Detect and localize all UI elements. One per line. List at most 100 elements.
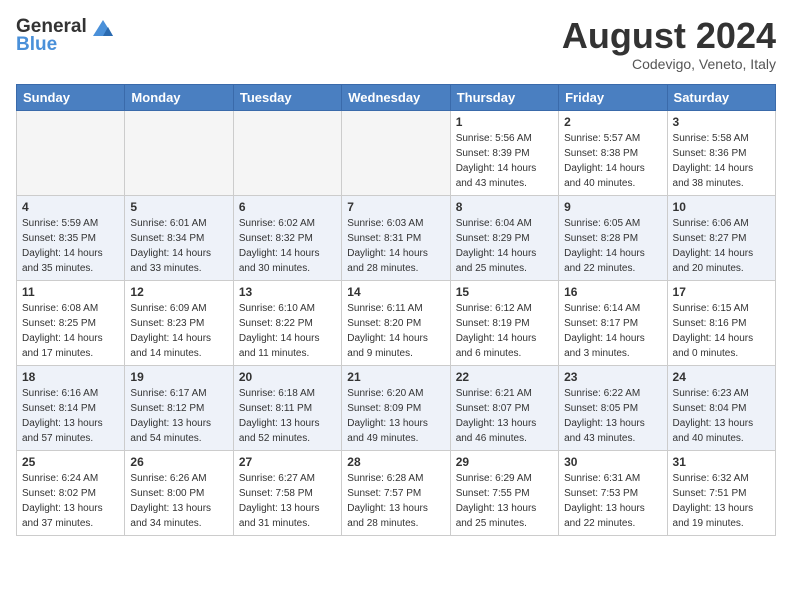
day-info: Sunrise: 6:02 AMSunset: 8:32 PMDaylight:… [239, 218, 320, 274]
calendar-week-row: 4 Sunrise: 5:59 AMSunset: 8:35 PMDayligh… [17, 195, 776, 280]
day-number: 28 [347, 455, 444, 469]
day-number: 2 [564, 115, 661, 129]
title-area: August 2024 Codevigo, Veneto, Italy [562, 16, 776, 72]
calendar-day-cell: 15 Sunrise: 6:12 AMSunset: 8:19 PMDaylig… [450, 280, 558, 365]
day-info: Sunrise: 6:23 AMSunset: 8:04 PMDaylight:… [673, 388, 754, 444]
day-number: 10 [673, 200, 770, 214]
col-thursday: Thursday [450, 84, 558, 110]
calendar-day-cell: 2 Sunrise: 5:57 AMSunset: 8:38 PMDayligh… [559, 110, 667, 195]
location-text: Codevigo, Veneto, Italy [562, 56, 776, 72]
day-info: Sunrise: 6:10 AMSunset: 8:22 PMDaylight:… [239, 303, 320, 359]
calendar-day-cell: 12 Sunrise: 6:09 AMSunset: 8:23 PMDaylig… [125, 280, 233, 365]
day-info: Sunrise: 6:03 AMSunset: 8:31 PMDaylight:… [347, 218, 428, 274]
day-number: 4 [22, 200, 119, 214]
day-info: Sunrise: 5:59 AMSunset: 8:35 PMDaylight:… [22, 218, 103, 274]
day-info: Sunrise: 6:26 AMSunset: 8:00 PMDaylight:… [130, 473, 211, 529]
day-info: Sunrise: 6:01 AMSunset: 8:34 PMDaylight:… [130, 218, 211, 274]
day-number: 31 [673, 455, 770, 469]
day-number: 21 [347, 370, 444, 384]
day-info: Sunrise: 6:20 AMSunset: 8:09 PMDaylight:… [347, 388, 428, 444]
day-number: 20 [239, 370, 336, 384]
calendar-day-cell: 3 Sunrise: 5:58 AMSunset: 8:36 PMDayligh… [667, 110, 775, 195]
calendar-day-cell: 31 Sunrise: 6:32 AMSunset: 7:51 PMDaylig… [667, 450, 775, 535]
day-number: 8 [456, 200, 553, 214]
day-number: 15 [456, 285, 553, 299]
calendar-day-cell [17, 110, 125, 195]
day-number: 19 [130, 370, 227, 384]
day-info: Sunrise: 6:27 AMSunset: 7:58 PMDaylight:… [239, 473, 320, 529]
calendar-day-cell: 26 Sunrise: 6:26 AMSunset: 8:00 PMDaylig… [125, 450, 233, 535]
day-info: Sunrise: 6:09 AMSunset: 8:23 PMDaylight:… [130, 303, 211, 359]
day-number: 13 [239, 285, 336, 299]
day-number: 25 [22, 455, 119, 469]
calendar-day-cell: 17 Sunrise: 6:15 AMSunset: 8:16 PMDaylig… [667, 280, 775, 365]
calendar-day-cell: 29 Sunrise: 6:29 AMSunset: 7:55 PMDaylig… [450, 450, 558, 535]
calendar-day-cell: 18 Sunrise: 6:16 AMSunset: 8:14 PMDaylig… [17, 365, 125, 450]
day-number: 22 [456, 370, 553, 384]
logo: General Blue [16, 16, 114, 56]
day-number: 3 [673, 115, 770, 129]
calendar-day-cell: 1 Sunrise: 5:56 AMSunset: 8:39 PMDayligh… [450, 110, 558, 195]
calendar-week-row: 25 Sunrise: 6:24 AMSunset: 8:02 PMDaylig… [17, 450, 776, 535]
calendar-week-row: 11 Sunrise: 6:08 AMSunset: 8:25 PMDaylig… [17, 280, 776, 365]
day-info: Sunrise: 6:32 AMSunset: 7:51 PMDaylight:… [673, 473, 754, 529]
col-saturday: Saturday [667, 84, 775, 110]
calendar-day-cell: 16 Sunrise: 6:14 AMSunset: 8:17 PMDaylig… [559, 280, 667, 365]
logo-triangle [92, 19, 114, 37]
calendar-day-cell: 28 Sunrise: 6:28 AMSunset: 7:57 PMDaylig… [342, 450, 450, 535]
calendar-day-cell: 9 Sunrise: 6:05 AMSunset: 8:28 PMDayligh… [559, 195, 667, 280]
day-info: Sunrise: 6:12 AMSunset: 8:19 PMDaylight:… [456, 303, 537, 359]
day-info: Sunrise: 6:28 AMSunset: 7:57 PMDaylight:… [347, 473, 428, 529]
day-number: 1 [456, 115, 553, 129]
calendar-day-cell: 30 Sunrise: 6:31 AMSunset: 7:53 PMDaylig… [559, 450, 667, 535]
calendar-day-cell: 5 Sunrise: 6:01 AMSunset: 8:34 PMDayligh… [125, 195, 233, 280]
calendar-day-cell: 4 Sunrise: 5:59 AMSunset: 8:35 PMDayligh… [17, 195, 125, 280]
page-header: General Blue August 2024 Codevigo, Venet… [16, 16, 776, 72]
calendar-day-cell [233, 110, 341, 195]
calendar-table: Sunday Monday Tuesday Wednesday Thursday… [16, 84, 776, 536]
day-info: Sunrise: 5:57 AMSunset: 8:38 PMDaylight:… [564, 133, 645, 189]
day-number: 17 [673, 285, 770, 299]
day-info: Sunrise: 6:24 AMSunset: 8:02 PMDaylight:… [22, 473, 103, 529]
day-info: Sunrise: 5:56 AMSunset: 8:39 PMDaylight:… [456, 133, 537, 189]
day-number: 26 [130, 455, 227, 469]
day-number: 18 [22, 370, 119, 384]
col-tuesday: Tuesday [233, 84, 341, 110]
month-title: August 2024 [562, 16, 776, 56]
calendar-header-row: Sunday Monday Tuesday Wednesday Thursday… [17, 84, 776, 110]
calendar-day-cell: 20 Sunrise: 6:18 AMSunset: 8:11 PMDaylig… [233, 365, 341, 450]
col-wednesday: Wednesday [342, 84, 450, 110]
day-number: 27 [239, 455, 336, 469]
calendar-day-cell: 6 Sunrise: 6:02 AMSunset: 8:32 PMDayligh… [233, 195, 341, 280]
day-number: 24 [673, 370, 770, 384]
day-number: 14 [347, 285, 444, 299]
day-number: 5 [130, 200, 227, 214]
day-info: Sunrise: 6:29 AMSunset: 7:55 PMDaylight:… [456, 473, 537, 529]
calendar-day-cell [125, 110, 233, 195]
calendar-day-cell [342, 110, 450, 195]
calendar-day-cell: 21 Sunrise: 6:20 AMSunset: 8:09 PMDaylig… [342, 365, 450, 450]
day-info: Sunrise: 6:14 AMSunset: 8:17 PMDaylight:… [564, 303, 645, 359]
calendar-day-cell: 24 Sunrise: 6:23 AMSunset: 8:04 PMDaylig… [667, 365, 775, 450]
day-number: 11 [22, 285, 119, 299]
calendar-day-cell: 27 Sunrise: 6:27 AMSunset: 7:58 PMDaylig… [233, 450, 341, 535]
day-number: 9 [564, 200, 661, 214]
calendar-day-cell: 14 Sunrise: 6:11 AMSunset: 8:20 PMDaylig… [342, 280, 450, 365]
day-number: 23 [564, 370, 661, 384]
calendar-day-cell: 10 Sunrise: 6:06 AMSunset: 8:27 PMDaylig… [667, 195, 775, 280]
day-info: Sunrise: 6:17 AMSunset: 8:12 PMDaylight:… [130, 388, 211, 444]
col-friday: Friday [559, 84, 667, 110]
calendar-week-row: 1 Sunrise: 5:56 AMSunset: 8:39 PMDayligh… [17, 110, 776, 195]
day-number: 29 [456, 455, 553, 469]
day-info: Sunrise: 6:18 AMSunset: 8:11 PMDaylight:… [239, 388, 320, 444]
day-info: Sunrise: 6:16 AMSunset: 8:14 PMDaylight:… [22, 388, 103, 444]
day-number: 16 [564, 285, 661, 299]
day-info: Sunrise: 6:04 AMSunset: 8:29 PMDaylight:… [456, 218, 537, 274]
day-info: Sunrise: 6:08 AMSunset: 8:25 PMDaylight:… [22, 303, 103, 359]
day-info: Sunrise: 6:11 AMSunset: 8:20 PMDaylight:… [347, 303, 428, 359]
calendar-day-cell: 23 Sunrise: 6:22 AMSunset: 8:05 PMDaylig… [559, 365, 667, 450]
col-sunday: Sunday [17, 84, 125, 110]
calendar-day-cell: 8 Sunrise: 6:04 AMSunset: 8:29 PMDayligh… [450, 195, 558, 280]
day-number: 7 [347, 200, 444, 214]
day-info: Sunrise: 6:15 AMSunset: 8:16 PMDaylight:… [673, 303, 754, 359]
